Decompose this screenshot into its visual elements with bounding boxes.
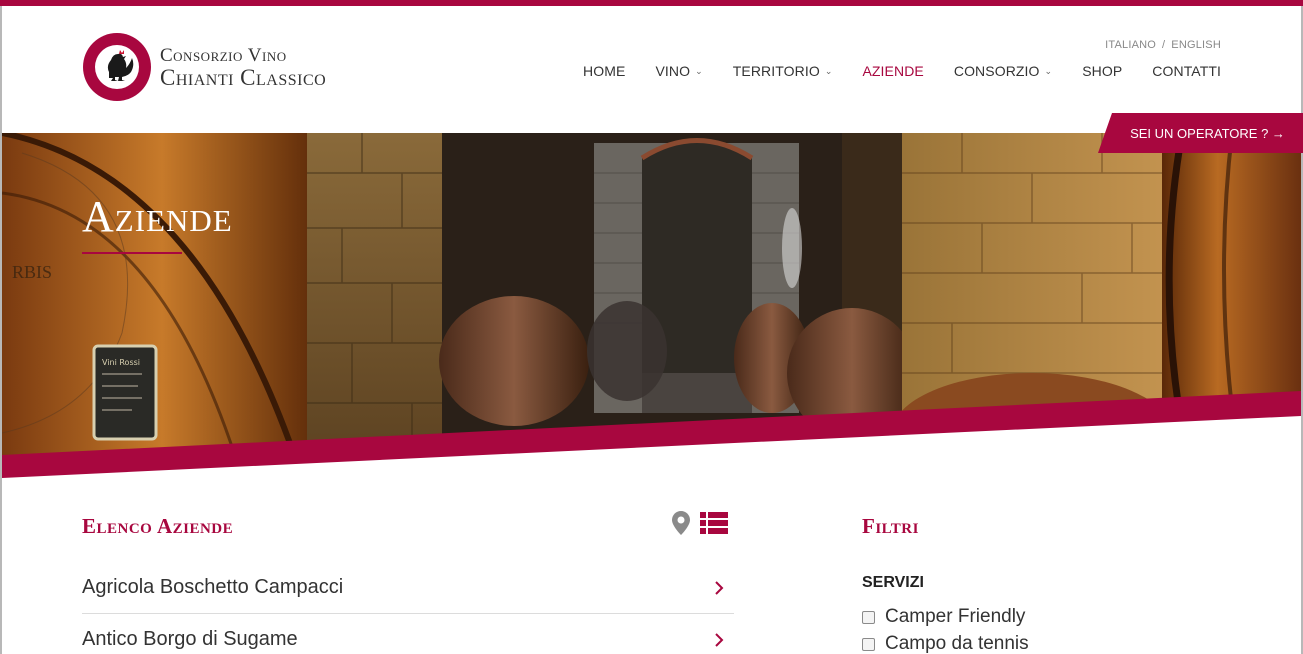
- operator-button[interactable]: SEI UN OPERATORE ? →: [1098, 113, 1303, 153]
- servizi-label: SERVIZI: [862, 574, 924, 591]
- list-icon[interactable]: [700, 512, 728, 534]
- checkbox[interactable]: [862, 637, 875, 651]
- nav-home-label: HOME: [583, 63, 626, 79]
- chevron-right-icon: [715, 580, 724, 595]
- company-name: Agricola Boschetto Campacci: [82, 576, 344, 598]
- brand-logo[interactable]: Consorzio Vino Chianti Classico: [82, 32, 326, 102]
- filter-campo-da-tennis[interactable]: Campo da tennis: [862, 633, 1029, 654]
- nav-aziende-label: AZIENDE: [862, 63, 924, 79]
- filters-title: Filtri: [862, 514, 919, 538]
- map-pin-icon[interactable]: [672, 511, 690, 535]
- top-accent-bar: [0, 0, 1303, 6]
- list-title: Elenco Aziende: [82, 514, 234, 538]
- checkbox[interactable]: [862, 610, 875, 624]
- chevron-down-icon: ⌄: [695, 65, 703, 76]
- company-list: Agricola Boschetto Campacci Antico Borgo…: [82, 562, 734, 654]
- nav-home[interactable]: HOME: [583, 63, 625, 79]
- filter-label: Camper Friendly: [885, 606, 1026, 627]
- main-nav: HOME VINO ⌄ TERRITORIO ⌄ AZIENDE CONSORZIO…: [553, 63, 1221, 79]
- nav-consorzio-label: CONSORZIO: [953, 63, 1040, 79]
- nav-territorio-label: TERRITORIO: [732, 63, 820, 79]
- lang-italiano[interactable]: ITALIANO: [1105, 39, 1156, 51]
- list-item[interactable]: Agricola Boschetto Campacci: [82, 562, 734, 614]
- chevron-down-icon: ⌄: [824, 65, 833, 76]
- nav-vino-label: VINO: [655, 63, 691, 79]
- nav-shop[interactable]: SHOP: [1082, 63, 1122, 79]
- language-switcher: ITALIANO / ENGLISH: [1105, 39, 1221, 51]
- nav-consorzio[interactable]: CONSORZIO ⌄: [954, 63, 1052, 79]
- rooster-seal-icon: [83, 33, 151, 101]
- nav-aziende[interactable]: AZIENDE: [862, 63, 923, 79]
- nav-shop-label: SHOP: [1082, 63, 1123, 79]
- brand-line2: Chianti Classico: [160, 64, 327, 90]
- brand-wordmark: Consorzio Vino Chianti Classico: [160, 46, 326, 89]
- view-toggle: [672, 511, 728, 535]
- nav-contatti[interactable]: CONTATTI: [1152, 63, 1221, 79]
- lang-separator: /: [1162, 39, 1166, 51]
- filter-camper-friendly[interactable]: Camper Friendly: [862, 606, 1025, 628]
- company-name: Antico Borgo di Sugame: [82, 628, 298, 650]
- nav-territorio[interactable]: TERRITORIO ⌄: [733, 63, 833, 79]
- brand-line1: Consorzio Vino: [160, 44, 287, 66]
- nav-contatti-label: CONTATTI: [1152, 63, 1221, 79]
- chalkboard-text: Vini Rossi: [102, 358, 140, 367]
- chevron-right-icon: [715, 632, 724, 647]
- svg-text:RBIS: RBIS: [12, 262, 52, 282]
- title-underline: [82, 252, 182, 254]
- nav-vino[interactable]: VINO ⌄: [655, 63, 702, 79]
- lang-english[interactable]: ENGLISH: [1171, 39, 1221, 51]
- chevron-down-icon: ⌄: [1044, 65, 1053, 76]
- filter-label: Campo da tennis: [885, 633, 1029, 654]
- hero-bottom-divider: [2, 416, 1301, 478]
- page-title: Aziende: [82, 192, 233, 241]
- list-item[interactable]: Antico Borgo di Sugame: [82, 614, 734, 654]
